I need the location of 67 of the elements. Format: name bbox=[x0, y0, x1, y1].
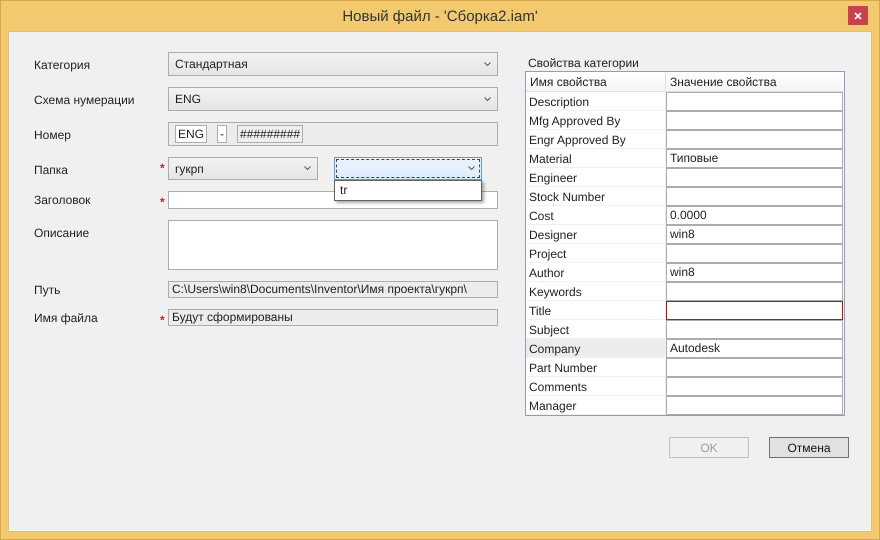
readonly-field: Будут сформированы bbox=[168, 309, 498, 326]
property-name[interactable]: Part Number bbox=[526, 358, 666, 376]
column-header: Имя свойства bbox=[526, 72, 666, 91]
field-label: Схема нумерации bbox=[34, 92, 136, 109]
subfolder-dropdown[interactable] bbox=[334, 157, 482, 180]
property-value-field[interactable] bbox=[666, 130, 843, 149]
dropdown-option[interactable]: tr bbox=[335, 181, 481, 200]
property-name[interactable]: Mfg Approved By bbox=[526, 111, 666, 129]
property-value-field[interactable] bbox=[666, 358, 843, 377]
field-label: Категория bbox=[34, 57, 92, 74]
chevron-icon bbox=[304, 166, 311, 171]
property-name[interactable]: Stock Number bbox=[526, 187, 666, 205]
property-value-field[interactable] bbox=[666, 244, 843, 263]
property-value-field[interactable] bbox=[666, 282, 843, 301]
property-value-field[interactable]: Типовые bbox=[666, 149, 843, 168]
close-icon bbox=[854, 12, 862, 20]
chevron-icon bbox=[484, 96, 491, 102]
property-name[interactable]: Company bbox=[526, 339, 666, 357]
property-name[interactable]: Project bbox=[526, 244, 666, 262]
number-part-field[interactable]: ######### bbox=[237, 125, 304, 143]
property-value-field[interactable] bbox=[666, 320, 843, 339]
column-header: Значение свойства bbox=[669, 74, 778, 91]
field-label: Имя файла bbox=[34, 310, 99, 327]
required-asterisk: * bbox=[160, 194, 166, 209]
chevron-icon bbox=[484, 62, 491, 66]
readonly-field: C:\Users\win8\Documents\Inventor\Имя проекта\гукрп\ bbox=[168, 281, 498, 298]
field-label: Путь bbox=[34, 282, 62, 298]
folder-dropdown[interactable]: гукрп bbox=[168, 157, 318, 180]
field-label: Номер bbox=[34, 127, 72, 144]
property-name[interactable]: Cost bbox=[526, 206, 666, 224]
property-name[interactable]: Designer bbox=[526, 225, 666, 243]
property-value-field[interactable]: 0.0000 bbox=[666, 206, 843, 225]
property-name[interactable]: Engineer bbox=[526, 168, 666, 186]
field-label: Папка bbox=[34, 162, 69, 179]
property-name[interactable]: Subject bbox=[526, 320, 666, 338]
property-value-field[interactable]: win8 bbox=[666, 263, 843, 282]
property-value-field[interactable] bbox=[666, 396, 843, 415]
dialog-button[interactable]: Отмена bbox=[769, 437, 849, 458]
property-value-field[interactable] bbox=[666, 187, 843, 206]
property-value-field[interactable] bbox=[666, 92, 843, 111]
property-value-field[interactable] bbox=[666, 111, 843, 130]
field-label: Описание bbox=[34, 225, 90, 242]
window-title: Новый файл - 'Сборка2.iam' bbox=[342, 8, 538, 24]
property-value-field[interactable] bbox=[666, 301, 843, 320]
dropdown[interactable]: ENG bbox=[168, 87, 498, 111]
number-part-field[interactable]: - bbox=[217, 125, 228, 143]
chevron-icon bbox=[468, 166, 475, 171]
text-area[interactable] bbox=[168, 220, 498, 270]
dropdown[interactable]: Стандартная bbox=[168, 52, 498, 76]
property-name[interactable]: Material bbox=[526, 149, 666, 167]
property-name[interactable]: Engr Approved By bbox=[526, 130, 666, 148]
property-name[interactable]: Keywords bbox=[526, 282, 666, 300]
field-label: Заголовок bbox=[34, 192, 92, 209]
close-button[interactable] bbox=[848, 6, 868, 25]
property-value-field[interactable] bbox=[666, 168, 843, 187]
panel-title: Свойства категории bbox=[528, 56, 640, 70]
property-value-field[interactable]: Autodesk bbox=[666, 339, 843, 358]
required-asterisk: * bbox=[160, 160, 166, 177]
property-name[interactable]: Manager bbox=[526, 396, 666, 414]
property-name[interactable]: Description bbox=[526, 92, 666, 110]
number-part-field[interactable]: ENG bbox=[175, 125, 208, 143]
property-name[interactable]: Title bbox=[526, 301, 666, 319]
property-name[interactable]: Author bbox=[526, 263, 666, 281]
property-value-field[interactable]: win8 bbox=[666, 225, 843, 244]
property-value-field[interactable] bbox=[666, 377, 843, 396]
required-asterisk: * bbox=[160, 312, 166, 327]
property-name[interactable]: Comments bbox=[526, 377, 666, 395]
